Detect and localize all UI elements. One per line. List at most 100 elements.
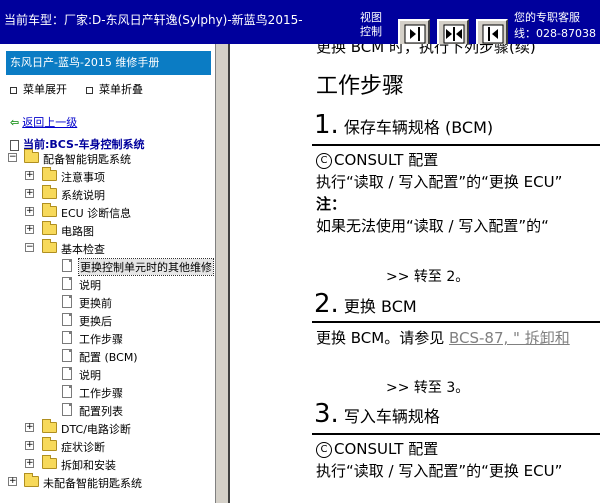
view-left-button[interactable] xyxy=(398,19,430,44)
back-arrow-icon: ⇦ xyxy=(10,116,20,129)
folder-icon xyxy=(24,473,39,487)
expand-toggle-icon[interactable]: + xyxy=(25,171,34,180)
page-icon xyxy=(62,313,72,326)
step-divider xyxy=(312,144,600,146)
consult-label: CONSULT 配置 xyxy=(334,151,439,169)
tree-item-label: 症状诊断 xyxy=(61,441,105,454)
collapse-left-icon xyxy=(404,24,426,44)
document-icon xyxy=(10,139,19,151)
tree-item-label: 注意事项 xyxy=(61,171,105,184)
page-icon xyxy=(62,331,72,344)
goto-step-2: >> 转至 2。 xyxy=(386,269,470,285)
support-info: 您的专职客服 线：028-87038 xyxy=(514,10,596,42)
tree-item-label: 更换后 xyxy=(79,315,112,328)
page-icon xyxy=(62,385,72,398)
manual-title: 东风日产-蓝鸟-2015 维修手册 xyxy=(6,51,211,75)
folder-icon xyxy=(42,419,57,433)
pane-splitter[interactable] xyxy=(216,44,230,503)
step-number: 2. xyxy=(314,289,339,319)
step-divider xyxy=(312,321,600,323)
expand-icon xyxy=(10,86,17,94)
page-icon xyxy=(62,277,72,290)
back-link[interactable]: ⇦ 返回上一级 xyxy=(10,114,77,130)
tree-item-label: ECU 诊断信息 xyxy=(61,207,132,220)
step-1-text: 执行“读取 / 写入配置”的“更换 ECU” xyxy=(316,173,563,191)
collapse-icon xyxy=(86,86,93,94)
folder-open-icon xyxy=(24,149,39,163)
goto-step-3: >> 转至 3。 xyxy=(386,380,470,396)
tree-item-label: 配置列表 xyxy=(79,405,123,418)
expand-toggle-icon[interactable]: + xyxy=(25,189,34,198)
tree-item-label: 未配备智能钥匙系统 xyxy=(43,477,142,490)
menu-collapse-button[interactable]: 菜单折叠 xyxy=(86,81,143,97)
back-link-label: 返回上一级 xyxy=(22,116,78,129)
tree-item-label: 更换前 xyxy=(79,297,112,310)
navigation-pane: 东风日产-蓝鸟-2015 维修手册 菜单展开 菜单折叠 ⇦ 返回上一级 当前:BC… xyxy=(0,44,216,503)
note-text: 如果无法使用“读取 / 写入配置”的“ xyxy=(316,217,549,235)
expand-toggle-icon[interactable]: + xyxy=(25,459,34,468)
tree-item-label: DTC/电路诊断 xyxy=(61,423,131,436)
expand-toggle-icon[interactable]: + xyxy=(25,441,34,450)
note-label: 注： xyxy=(316,195,347,213)
tree-item-label: 电路图 xyxy=(61,225,94,238)
step-1: 1. 保存车辆规格 (BCM) xyxy=(314,110,493,140)
support-line-2: 线：028-87038 xyxy=(514,27,596,40)
step-2: 2. 更换 BCM xyxy=(314,289,417,319)
tree-item-label: 说明 xyxy=(79,369,101,382)
step-number: 1. xyxy=(314,110,339,140)
menu-expand-label: 菜单展开 xyxy=(23,83,67,96)
page-icon xyxy=(62,403,72,416)
page-icon xyxy=(62,367,72,380)
expand-toggle-icon[interactable]: + xyxy=(8,477,17,486)
support-line-1: 您的专职客服 xyxy=(514,11,580,24)
tree-item-label: 基本检查 xyxy=(61,243,105,256)
step-title: 保存车辆规格 (BCM) xyxy=(343,118,494,137)
step-number: 3. xyxy=(314,399,339,429)
consult-icon: C xyxy=(316,441,332,458)
current-car-label: 当前车型：厂家:D-东风日产轩逸(Sylphy)-新蓝鸟2015- xyxy=(4,13,303,27)
collapse-toggle-icon[interactable]: − xyxy=(8,153,17,162)
expand-toggle-icon[interactable]: + xyxy=(25,423,34,432)
page-icon xyxy=(62,259,72,272)
step-divider xyxy=(312,433,600,435)
folder-open-icon xyxy=(42,239,57,253)
expand-toggle-icon[interactable]: + xyxy=(25,207,34,216)
step-title: 写入车辆规格 xyxy=(343,407,440,426)
tree-item-label: 工作步骤 xyxy=(79,387,123,400)
consult-label: CONSULT 配置 xyxy=(334,440,439,458)
consult-icon: C xyxy=(316,152,332,169)
menu-expand-button[interactable]: 菜单展开 xyxy=(10,81,67,97)
folder-icon xyxy=(42,455,57,469)
view-right-button[interactable] xyxy=(476,19,508,44)
tree-item-label: 拆卸和安装 xyxy=(61,459,116,472)
split-view-icon xyxy=(443,24,465,44)
current-section-label: 当前:BCS-车身控制系统 xyxy=(23,138,145,151)
expand-toggle-icon[interactable]: + xyxy=(25,225,34,234)
tree-item-label: 配置 (BCM) xyxy=(79,351,138,364)
view-control-label: 视图控制 xyxy=(360,11,382,38)
folder-icon xyxy=(42,185,57,199)
page-icon xyxy=(62,295,72,308)
folder-icon xyxy=(42,221,57,235)
tree-item-label: 说明 xyxy=(79,279,101,292)
manual-content: 更换 BCM 时，执行下列步骤(续) 工作步骤 1. 保存车辆规格 (BCM) … xyxy=(230,44,600,503)
bcs-87-link[interactable]: BCS-87, " 拆卸和 xyxy=(449,329,570,347)
collapse-toggle-icon[interactable]: − xyxy=(25,243,34,252)
step-2-text: 更换 BCM。请参见 BCS-87, " 拆卸和 xyxy=(316,327,570,348)
step-3: 3. 写入车辆规格 xyxy=(314,399,440,429)
step-2-text-main: 更换 BCM。请参见 xyxy=(316,329,449,347)
step-title: 更换 BCM xyxy=(343,297,417,316)
consult-config-3: C CONSULT 配置 xyxy=(316,438,438,459)
step-3-text: 执行“读取 / 写入配置”的“更换 ECU” xyxy=(316,462,563,480)
tree-item-label: 工作步骤 xyxy=(79,333,123,346)
consult-config-1: C CONSULT 配置 xyxy=(316,149,438,170)
folder-icon xyxy=(42,437,57,451)
page-icon xyxy=(62,349,72,362)
top-cut-text: 更换 BCM 时，执行下列步骤(续) xyxy=(316,44,536,56)
collapse-right-icon xyxy=(482,24,504,44)
menu-collapse-label: 菜单折叠 xyxy=(99,83,143,96)
folder-icon xyxy=(42,167,57,181)
view-split-button[interactable] xyxy=(437,19,469,44)
tree-item-label: 系统说明 xyxy=(61,189,105,202)
folder-icon xyxy=(42,203,57,217)
